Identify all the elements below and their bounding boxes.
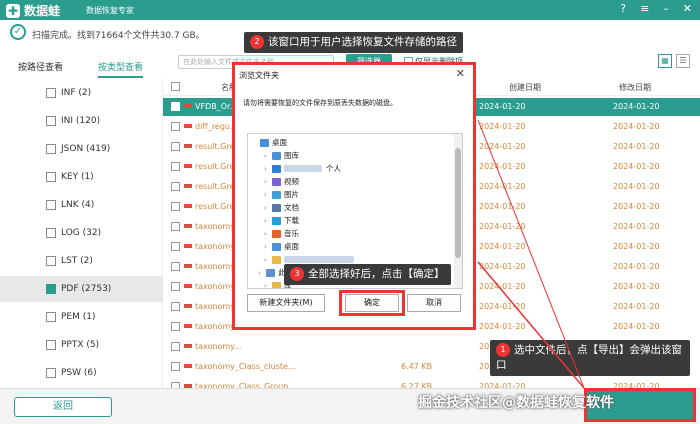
annotation-arrows [477,119,585,389]
arrow-line-2 [477,119,585,389]
arrow-line-1 [477,261,585,389]
